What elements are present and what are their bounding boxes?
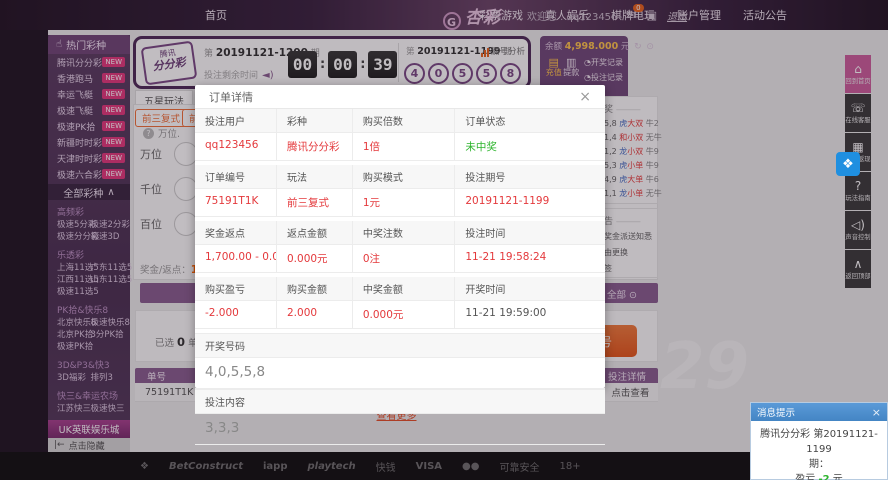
order-status: 未中奖 <box>455 133 605 160</box>
page: G杏彩 首页 彩票游戏 真人娱乐 棋牌电玩 账户管理 活动公告 欢迎您 . qq… <box>0 0 888 480</box>
bet-issue: 20191121-1199 <box>455 189 605 216</box>
bet-user: qq123456 <box>195 133 277 160</box>
order-id: 75191T1K <box>195 189 277 216</box>
win-count: 0注 <box>353 245 456 272</box>
multiple: 1倍 <box>353 133 456 160</box>
toast-title: 消息提示 <box>757 405 795 419</box>
win-amount: 0.000元 <box>353 301 456 328</box>
draw-numbers-value: 4,0,5,5,8 <box>195 358 605 389</box>
buy-amount: 2.000 <box>277 301 353 328</box>
toast-body: 腾讯分分彩 第20191121-1199 期： 盈亏 -2 元 <box>751 421 887 480</box>
bonus-rebate: 1,700.00 - 0.0% <box>195 245 277 272</box>
lottery-type: 腾讯分分彩 <box>277 133 353 160</box>
order-detail-modal: 订单详情 × 投注用户 彩种 购买倍数 订单状态 qq123456 腾讯分分彩 … <box>195 85 605 388</box>
rebate-amount: 0.000元 <box>277 245 353 272</box>
close-icon[interactable]: × <box>579 89 591 105</box>
profit-loss: -2.000 <box>195 301 277 328</box>
draw-time: 11-21 19:59:00 <box>455 301 605 328</box>
bet-content-value: 3,3,3 <box>195 414 605 445</box>
play-mode: 前三复式 <box>277 189 353 216</box>
close-icon[interactable]: × <box>872 406 881 419</box>
modal-section-2: 订单编号 玩法 购买模式 投注期号 75191T1K 前三复式 1元 20191… <box>195 165 605 221</box>
buy-mode: 1元 <box>353 189 456 216</box>
bet-time: 11-21 19:58:24 <box>455 245 605 272</box>
modal-section-4: 购买盈亏 购买金额 中奖金额 开奖时间 -2.000 2.000 0.000元 … <box>195 277 605 333</box>
modal-section-3: 奖金返点 返点金额 中奖注数 投注时间 1,700.00 - 0.0% 0.00… <box>195 221 605 277</box>
modal-draw-numbers: 开奖号码 4,0,5,5,8 <box>195 333 605 389</box>
qq-service-icon[interactable]: ❖ <box>836 152 860 176</box>
message-toast: 消息提示 × 腾讯分分彩 第20191121-1199 期： 盈亏 -2 元 <box>750 402 888 480</box>
profit-value: -2 <box>818 474 829 480</box>
modal-bet-content: 投注内容 3,3,3 <box>195 389 605 445</box>
modal-title: 订单详情 <box>209 89 253 105</box>
modal-section-1: 投注用户 彩种 购买倍数 订单状态 qq123456 腾讯分分彩 1倍 未中奖 <box>195 109 605 165</box>
